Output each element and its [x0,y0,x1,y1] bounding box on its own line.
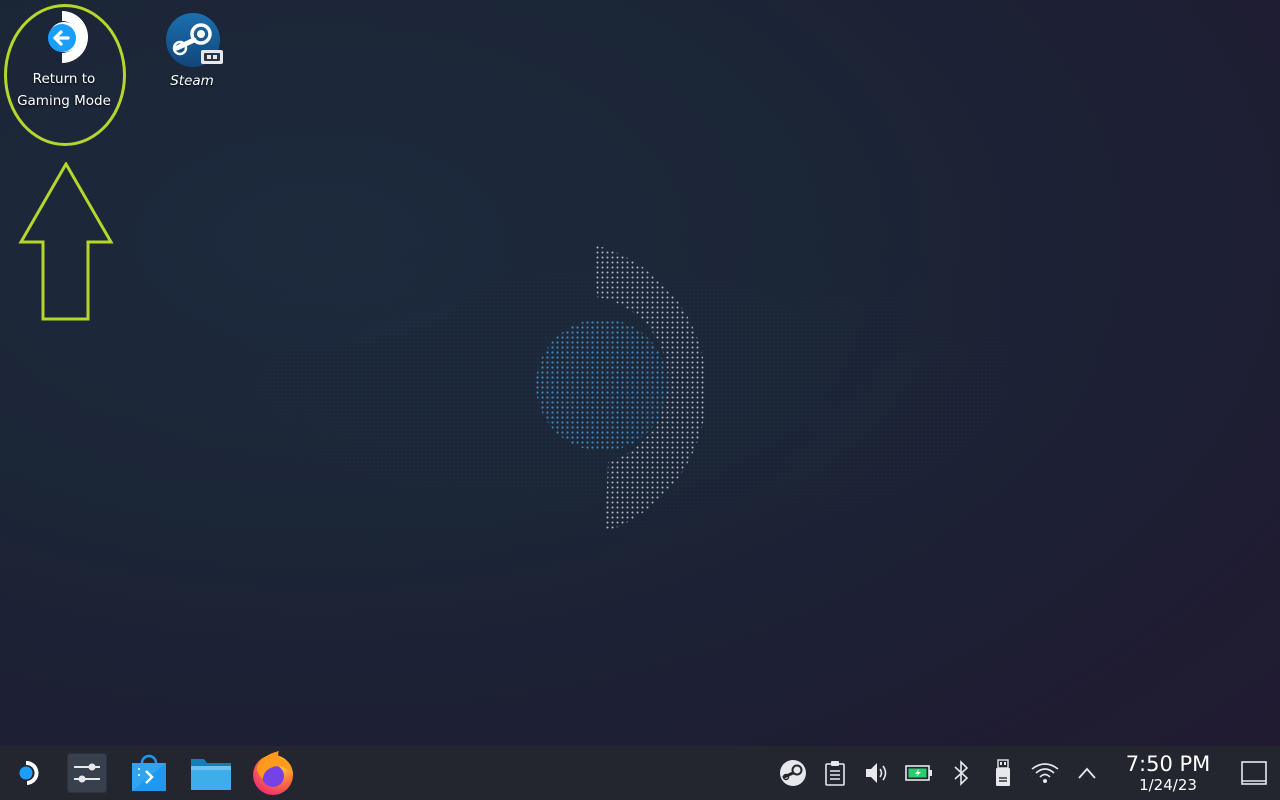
volume-icon [866,763,887,783]
system-tray: 7:50 PM 1/24/23 [772,746,1280,800]
return-to-gaming-mode-shortcut[interactable]: Return to Gaming Mode [2,10,126,112]
steam-tray-button[interactable] [772,746,814,800]
show-desktop-icon [1241,761,1267,785]
bluetooth-button[interactable] [940,746,982,800]
firefox-icon [253,751,293,795]
clock-time: 7:50 PM [1125,751,1211,776]
wifi-icon [1031,763,1059,783]
clipboard-button[interactable] [814,746,856,800]
steam-tray-icon [780,760,806,786]
clock-date: 1/24/23 [1139,775,1197,794]
battery-button[interactable] [898,746,940,800]
network-button[interactable] [1024,746,1066,800]
bluetooth-icon [954,760,969,786]
chevron-up-icon [1078,767,1096,779]
battery-icon [905,765,932,781]
desktop[interactable]: Return to Gaming Mode Steam [0,0,1280,746]
steamos-menu-icon [19,760,39,785]
usb-device-icon [996,759,1010,786]
taskbar: 7:50 PM 1/24/23 [0,746,1280,800]
discover-store-button[interactable] [118,746,180,800]
digital-clock[interactable]: 7:50 PM 1/24/23 [1108,746,1228,800]
file-manager-button[interactable] [180,746,242,800]
volume-button[interactable] [856,746,898,800]
shortcut-label: Steam [170,73,214,89]
system-settings-button[interactable] [56,746,118,800]
shortcut-label-line2: Gaming Mode [17,93,111,109]
discover-store-icon [132,754,166,791]
shortcut-label-line1: Return to [32,71,96,87]
steam-icon [165,12,223,67]
clipboard-icon [825,761,845,786]
show-desktop-button[interactable] [1228,746,1280,800]
return-arrow-icon [37,10,91,64]
show-hidden-icons-button[interactable] [1066,746,1108,800]
system-settings-icon [67,753,107,793]
removable-device-button[interactable] [982,746,1024,800]
application-launcher-button[interactable] [0,746,56,800]
steam-shortcut[interactable]: Steam [130,12,254,92]
steamos-wallpaper-logo [536,245,707,532]
firefox-button[interactable] [242,746,304,800]
dolphin-files-icon [191,759,231,790]
